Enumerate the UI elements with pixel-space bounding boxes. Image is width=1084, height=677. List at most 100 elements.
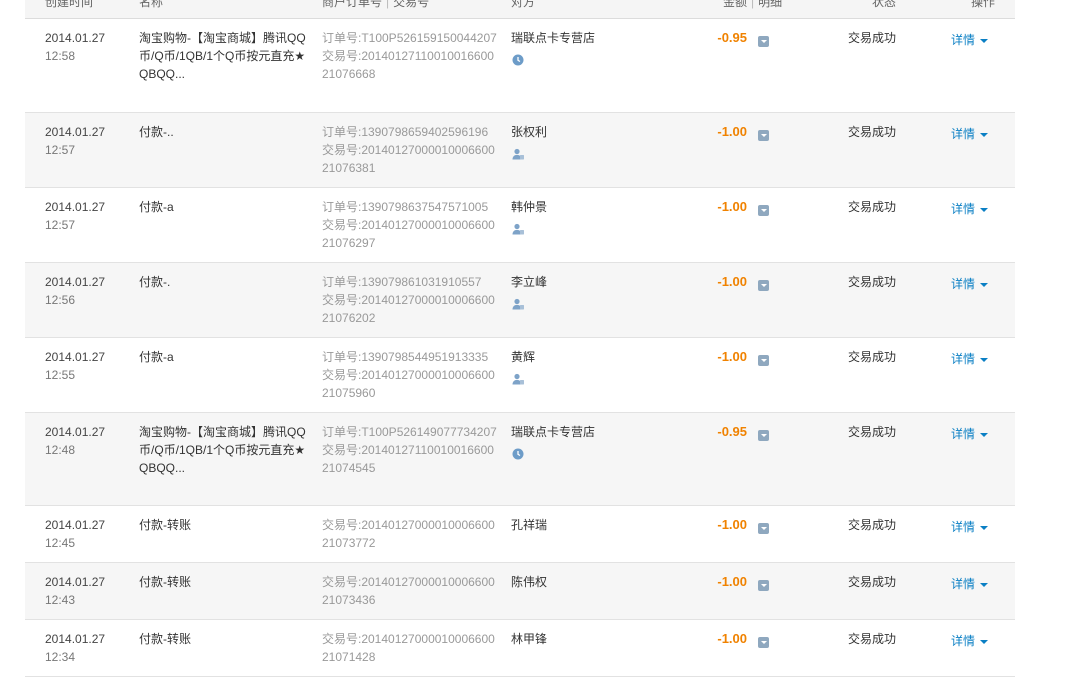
header-status: 状态	[872, 0, 897, 9]
table-row[interactable]: 2014.01.27 12:56 付款-. 订单号:13907986103191…	[25, 263, 1015, 338]
counterparty-name: 林甲锋	[511, 632, 548, 646]
details-link-label[interactable]: 详情	[951, 577, 975, 591]
created-time: 2014.01.27 12:55	[45, 348, 105, 384]
details-link[interactable]: 详情	[951, 125, 989, 143]
detail-dropdown-icon[interactable]	[758, 426, 769, 444]
counterparty-name: 瑞联点卡专营店	[511, 425, 596, 439]
transaction-name: 淘宝购物-【淘宝商城】腾讯QQ币/Q币/1QB/1个Q币按元直充★QBQQ...	[139, 425, 306, 475]
details-link[interactable]: 详情	[951, 518, 989, 536]
table-row[interactable]: 2014.01.27 12:34 付款-转账 交易号:2014012700001…	[25, 620, 1015, 677]
trade-number: 交易号:2014012700001000660021071428	[322, 632, 495, 664]
transaction-name: 付款-a	[139, 350, 174, 364]
counterparty-name: 黄辉	[511, 350, 536, 364]
table-header: 创建时间 名称 商户订单号 | 交易号 对方 金额 | 明细 状态 操作	[25, 0, 1015, 19]
details-link[interactable]: 详情	[951, 350, 989, 368]
created-clock-time: 12:48	[45, 443, 76, 457]
status: 交易成功	[848, 575, 897, 589]
table-row[interactable]: 2014.01.27 12:58 淘宝购物-【淘宝商城】腾讯QQ币/Q币/1QB…	[25, 19, 1015, 113]
header-name: 名称	[139, 0, 164, 9]
details-link-label[interactable]: 详情	[951, 520, 975, 534]
detail-dropdown-icon[interactable]	[758, 633, 769, 651]
details-link[interactable]: 详情	[951, 632, 989, 650]
created-date: 2014.01.27	[45, 31, 106, 45]
details-link[interactable]: 详情	[951, 575, 989, 593]
created-time: 2014.01.27 12:57	[45, 198, 105, 234]
transaction-name: 付款-..	[139, 125, 174, 139]
created-clock-time: 12:45	[45, 536, 76, 550]
header-created-time: 创建时间	[45, 0, 94, 9]
order-trade-info: 订单号:T100P526159150044207 交易号:20140127110…	[322, 29, 500, 83]
trade-number: 交易号:2014012700001000660021073436	[322, 575, 495, 607]
chevron-down-icon	[980, 639, 989, 644]
created-date: 2014.01.27	[45, 125, 106, 139]
order-trade-info: 交易号:2014012700001000660021071428	[322, 630, 500, 666]
counterparty: 陈伟权	[511, 573, 547, 591]
counterparty-name: 韩仲景	[511, 200, 548, 214]
table-row[interactable]: 2014.01.27 12:57 付款-.. 订单号:1390798659402…	[25, 113, 1015, 188]
counterparty-name: 瑞联点卡专营店	[511, 31, 596, 45]
created-date: 2014.01.27	[45, 518, 106, 532]
counterparty: 林甲锋	[511, 630, 547, 648]
details-link-label[interactable]: 详情	[951, 277, 975, 291]
counterparty: 李立峰	[511, 273, 547, 311]
details-link-label[interactable]: 详情	[951, 33, 975, 47]
user-icon	[511, 222, 547, 236]
detail-dropdown-icon[interactable]	[758, 276, 769, 294]
details-link-label[interactable]: 详情	[951, 202, 975, 216]
details-link-label[interactable]: 详情	[951, 634, 975, 648]
detail-dropdown-icon[interactable]	[758, 32, 769, 50]
user-icon	[511, 372, 535, 386]
order-number: 订单号:1390798659402596196	[322, 125, 489, 139]
details-link[interactable]: 详情	[951, 31, 989, 49]
chevron-down-icon	[980, 432, 989, 437]
user-icon	[511, 147, 547, 161]
details-link[interactable]: 详情	[951, 200, 989, 218]
created-time: 2014.01.27 12:34	[45, 630, 105, 666]
header-detail: 明细	[758, 0, 783, 9]
detail-dropdown-icon[interactable]	[758, 126, 769, 144]
order-number: 订单号:1390798544951913335	[322, 350, 489, 364]
detail-dropdown-icon[interactable]	[758, 351, 769, 369]
created-clock-time: 12:57	[45, 143, 76, 157]
created-date: 2014.01.27	[45, 200, 106, 214]
chevron-down-icon	[980, 357, 989, 362]
header-trade-no: 交易号	[393, 0, 430, 9]
transaction-name: 付款-转账	[139, 518, 191, 532]
amount: -0.95	[717, 30, 747, 45]
counterparty: 张权利	[511, 123, 547, 161]
details-link-label[interactable]: 详情	[951, 352, 975, 366]
table-row[interactable]: 2014.01.27 12:55 付款-a 订单号:13907985449519…	[25, 338, 1015, 413]
details-link[interactable]: 详情	[951, 275, 989, 293]
chevron-down-icon	[980, 282, 989, 287]
created-clock-time: 12:57	[45, 218, 76, 232]
order-number: 订单号:T100P526159150044207	[322, 31, 497, 45]
header-order-trade: 商户订单号 | 交易号	[322, 0, 429, 10]
table-row[interactable]: 2014.01.27 12:57 付款-a 订单号:13907986375475…	[25, 188, 1015, 263]
table-row[interactable]: 2014.01.27 12:45 付款-转账 交易号:2014012700001…	[25, 506, 1015, 563]
status: 交易成功	[848, 200, 897, 214]
transaction-name: 淘宝购物-【淘宝商城】腾讯QQ币/Q币/1QB/1个Q币按元直充★QBQQ...	[139, 31, 306, 81]
header-amount: 金额	[723, 0, 748, 9]
table-row[interactable]: 2014.01.27 12:48 淘宝购物-【淘宝商城】腾讯QQ币/Q币/1QB…	[25, 413, 1015, 506]
detail-dropdown-icon[interactable]	[758, 519, 769, 537]
order-number: 订单号:T100P526149077734207	[322, 425, 497, 439]
counterparty: 黄辉	[511, 348, 535, 386]
table-row[interactable]: 2014.01.27 12:43 付款-转账 交易号:2014012700001…	[25, 563, 1015, 620]
details-link[interactable]: 详情	[951, 425, 989, 443]
detail-dropdown-icon[interactable]	[758, 576, 769, 594]
trade-number: 交易号:2014012700001000660021076381	[322, 143, 495, 175]
details-link-label[interactable]: 详情	[951, 427, 975, 441]
transaction-name: 付款-a	[139, 200, 174, 214]
user-icon	[511, 297, 547, 311]
counterparty: 瑞联点卡专营店	[511, 29, 595, 67]
details-link-label[interactable]: 详情	[951, 127, 975, 141]
counterparty-name: 孔祥瑞	[511, 518, 548, 532]
order-trade-info: 订单号:T100P526149077734207 交易号:20140127110…	[322, 423, 500, 477]
header-amount-detail: 金额 | 明细	[723, 0, 782, 10]
detail-dropdown-icon[interactable]	[758, 201, 769, 219]
status: 交易成功	[848, 518, 897, 532]
amount: -1.00	[717, 517, 747, 532]
created-clock-time: 12:43	[45, 593, 76, 607]
created-clock-time: 12:58	[45, 49, 76, 63]
header-merchant-order: 商户订单号	[322, 0, 383, 9]
